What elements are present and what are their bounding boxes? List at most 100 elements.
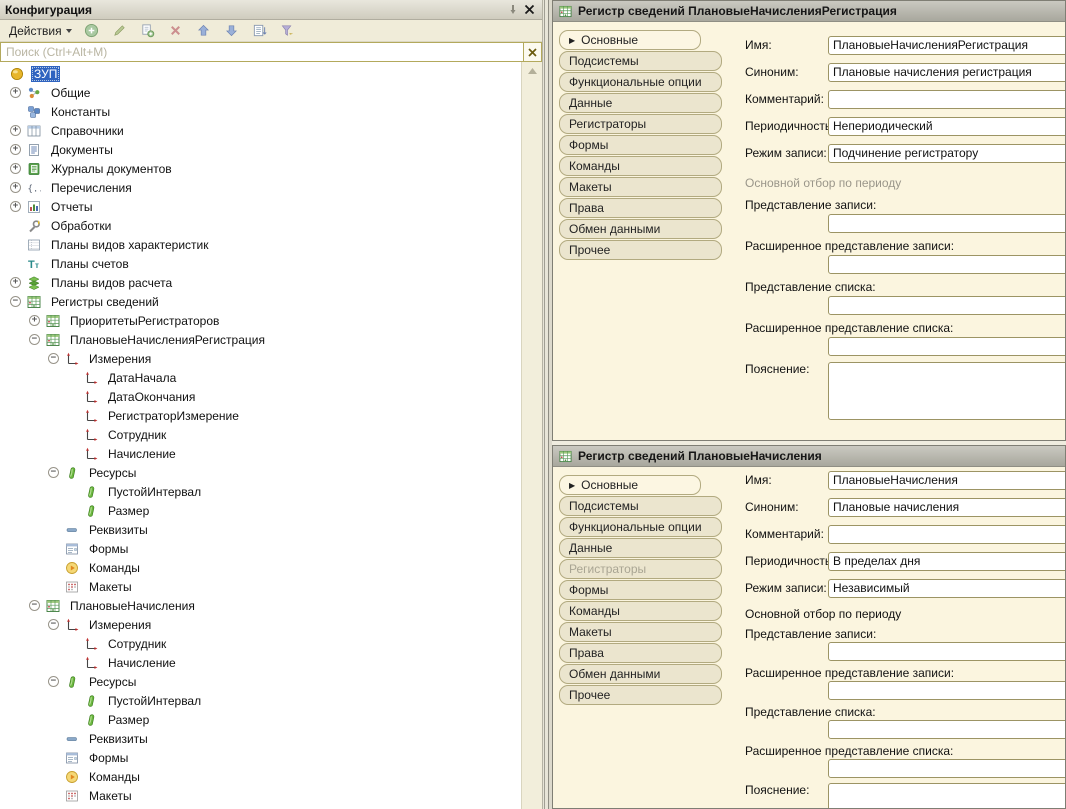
- tree-item[interactable]: − Ресурсы: [0, 672, 521, 691]
- tab-registratory[interactable]: Регистраторы: [559, 114, 722, 134]
- tree-item[interactable]: − ПлановыеНачисленияРегистрация: [0, 330, 521, 349]
- tree-item[interactable]: + Документы: [0, 140, 521, 159]
- tree-item[interactable]: Размер: [0, 710, 521, 729]
- periodicity-input[interactable]: [828, 116, 1065, 136]
- record-presentation-input[interactable]: [828, 214, 1065, 233]
- tab-dannye[interactable]: Данные: [559, 538, 722, 558]
- record-presentation-input[interactable]: [828, 642, 1065, 661]
- tree-item[interactable]: ДатаОкончания: [0, 387, 521, 406]
- collapse-icon[interactable]: −: [48, 353, 65, 364]
- tab-prochee[interactable]: Прочее: [559, 685, 722, 705]
- pin-button[interactable]: [505, 3, 521, 17]
- collapse-icon[interactable]: −: [48, 467, 65, 478]
- tree-item[interactable]: ЗУП: [0, 64, 521, 83]
- search-input[interactable]: [0, 42, 523, 62]
- tree-item[interactable]: Обработки: [0, 216, 521, 235]
- panel-splitter[interactable]: [543, 0, 552, 809]
- tree-item[interactable]: − ПлановыеНачисления: [0, 596, 521, 615]
- search-clear-button[interactable]: [523, 42, 542, 62]
- tab-funkcionalnye-opcii[interactable]: Функциональные опции: [559, 517, 722, 537]
- write-mode-input[interactable]: [828, 143, 1065, 163]
- actions-menu-button[interactable]: Действия: [5, 23, 76, 39]
- tree-item[interactable]: Команды: [0, 767, 521, 786]
- synonym-input[interactable]: [828, 62, 1065, 82]
- move-down-button[interactable]: [221, 21, 242, 40]
- tree-item[interactable]: Формы: [0, 748, 521, 767]
- copy-button[interactable]: [137, 21, 158, 40]
- periodicity-input[interactable]: [828, 551, 1065, 571]
- extended-list-presentation-input[interactable]: [828, 337, 1065, 356]
- tree-item[interactable]: − Ресурсы: [0, 463, 521, 482]
- tree-item[interactable]: + Журналы документов: [0, 159, 521, 178]
- tab-podsistemy[interactable]: Подсистемы: [559, 51, 722, 71]
- tab-registratory[interactable]: Регистраторы: [559, 559, 722, 579]
- expand-icon[interactable]: +: [10, 201, 27, 212]
- tree-item[interactable]: Начисление: [0, 444, 521, 463]
- comment-input[interactable]: [828, 524, 1065, 544]
- tab-komandy[interactable]: Команды: [559, 601, 722, 621]
- tab-makety[interactable]: Макеты: [559, 622, 722, 642]
- tree-item[interactable]: Планы видов характеристик: [0, 235, 521, 254]
- tree-item[interactable]: Сотрудник: [0, 634, 521, 653]
- tab-obmen-dannymi[interactable]: Обмен данными: [559, 219, 722, 239]
- list-presentation-input[interactable]: [828, 720, 1065, 739]
- filter-button[interactable]: [277, 21, 298, 40]
- move-up-button[interactable]: [193, 21, 214, 40]
- edit-button[interactable]: [109, 21, 130, 40]
- name-input[interactable]: [828, 470, 1065, 490]
- tab-prava[interactable]: Права: [559, 643, 722, 663]
- tab-komandy[interactable]: Команды: [559, 156, 722, 176]
- tree-item[interactable]: Реквизиты: [0, 729, 521, 748]
- collapse-icon[interactable]: −: [29, 600, 46, 611]
- tab-prochee[interactable]: Прочее: [559, 240, 722, 260]
- tab-prava[interactable]: Права: [559, 198, 722, 218]
- tree-item[interactable]: Размер: [0, 501, 521, 520]
- tree-item[interactable]: +{..} Перечисления: [0, 178, 521, 197]
- tree-item[interactable]: Реквизиты: [0, 520, 521, 539]
- tab-formy[interactable]: Формы: [559, 580, 722, 600]
- extended-list-presentation-input[interactable]: [828, 759, 1065, 778]
- extended-record-presentation-input[interactable]: [828, 255, 1065, 274]
- expand-icon[interactable]: +: [10, 144, 27, 155]
- tab-dannye[interactable]: Данные: [559, 93, 722, 113]
- expand-icon[interactable]: +: [10, 87, 27, 98]
- expand-icon[interactable]: +: [10, 182, 27, 193]
- tree-item[interactable]: Команды: [0, 558, 521, 577]
- name-input[interactable]: [828, 35, 1065, 55]
- collapse-icon[interactable]: −: [29, 334, 46, 345]
- tab-makety[interactable]: Макеты: [559, 177, 722, 197]
- delete-button[interactable]: [165, 21, 186, 40]
- extended-record-presentation-input[interactable]: [828, 681, 1065, 700]
- comment-input[interactable]: [828, 89, 1065, 109]
- tab-osnovnye[interactable]: ▶ Основные: [559, 475, 701, 495]
- tree-item[interactable]: − Регистры сведений: [0, 292, 521, 311]
- synonym-input[interactable]: [828, 497, 1065, 517]
- tree-item[interactable]: + Справочники: [0, 121, 521, 140]
- tree-item[interactable]: ПустойИнтервал: [0, 482, 521, 501]
- expand-icon[interactable]: +: [10, 277, 27, 288]
- tree-item[interactable]: Макеты: [0, 786, 521, 805]
- tree-item[interactable]: Начисление: [0, 653, 521, 672]
- tree-item[interactable]: Константы: [0, 102, 521, 121]
- tree-item[interactable]: Сотрудник: [0, 425, 521, 444]
- tab-obmen-dannymi[interactable]: Обмен данными: [559, 664, 722, 684]
- tree-scrollbar[interactable]: [521, 62, 542, 809]
- collapse-icon[interactable]: −: [48, 619, 65, 630]
- scroll-up-button[interactable]: [522, 62, 542, 79]
- tree-item[interactable]: Tт Планы счетов: [0, 254, 521, 273]
- explanation-input[interactable]: [828, 783, 1065, 808]
- tree-item[interactable]: ПустойИнтервал: [0, 691, 521, 710]
- write-mode-input[interactable]: [828, 578, 1065, 598]
- tree-item[interactable]: − Измерения: [0, 615, 521, 634]
- tab-osnovnye[interactable]: ▶ Основные: [559, 30, 701, 50]
- tree-item[interactable]: + Общие: [0, 83, 521, 102]
- close-button[interactable]: [521, 3, 537, 17]
- expand-icon[interactable]: +: [10, 125, 27, 136]
- tree-item[interactable]: Макеты: [0, 577, 521, 596]
- collapse-icon[interactable]: −: [10, 296, 27, 307]
- tree-item[interactable]: − Измерения: [0, 349, 521, 368]
- tab-funkcionalnye-opcii[interactable]: Функциональные опции: [559, 72, 722, 92]
- tree-item[interactable]: ДатаНачала: [0, 368, 521, 387]
- sort-list-button[interactable]: [249, 21, 270, 40]
- expand-icon[interactable]: +: [10, 163, 27, 174]
